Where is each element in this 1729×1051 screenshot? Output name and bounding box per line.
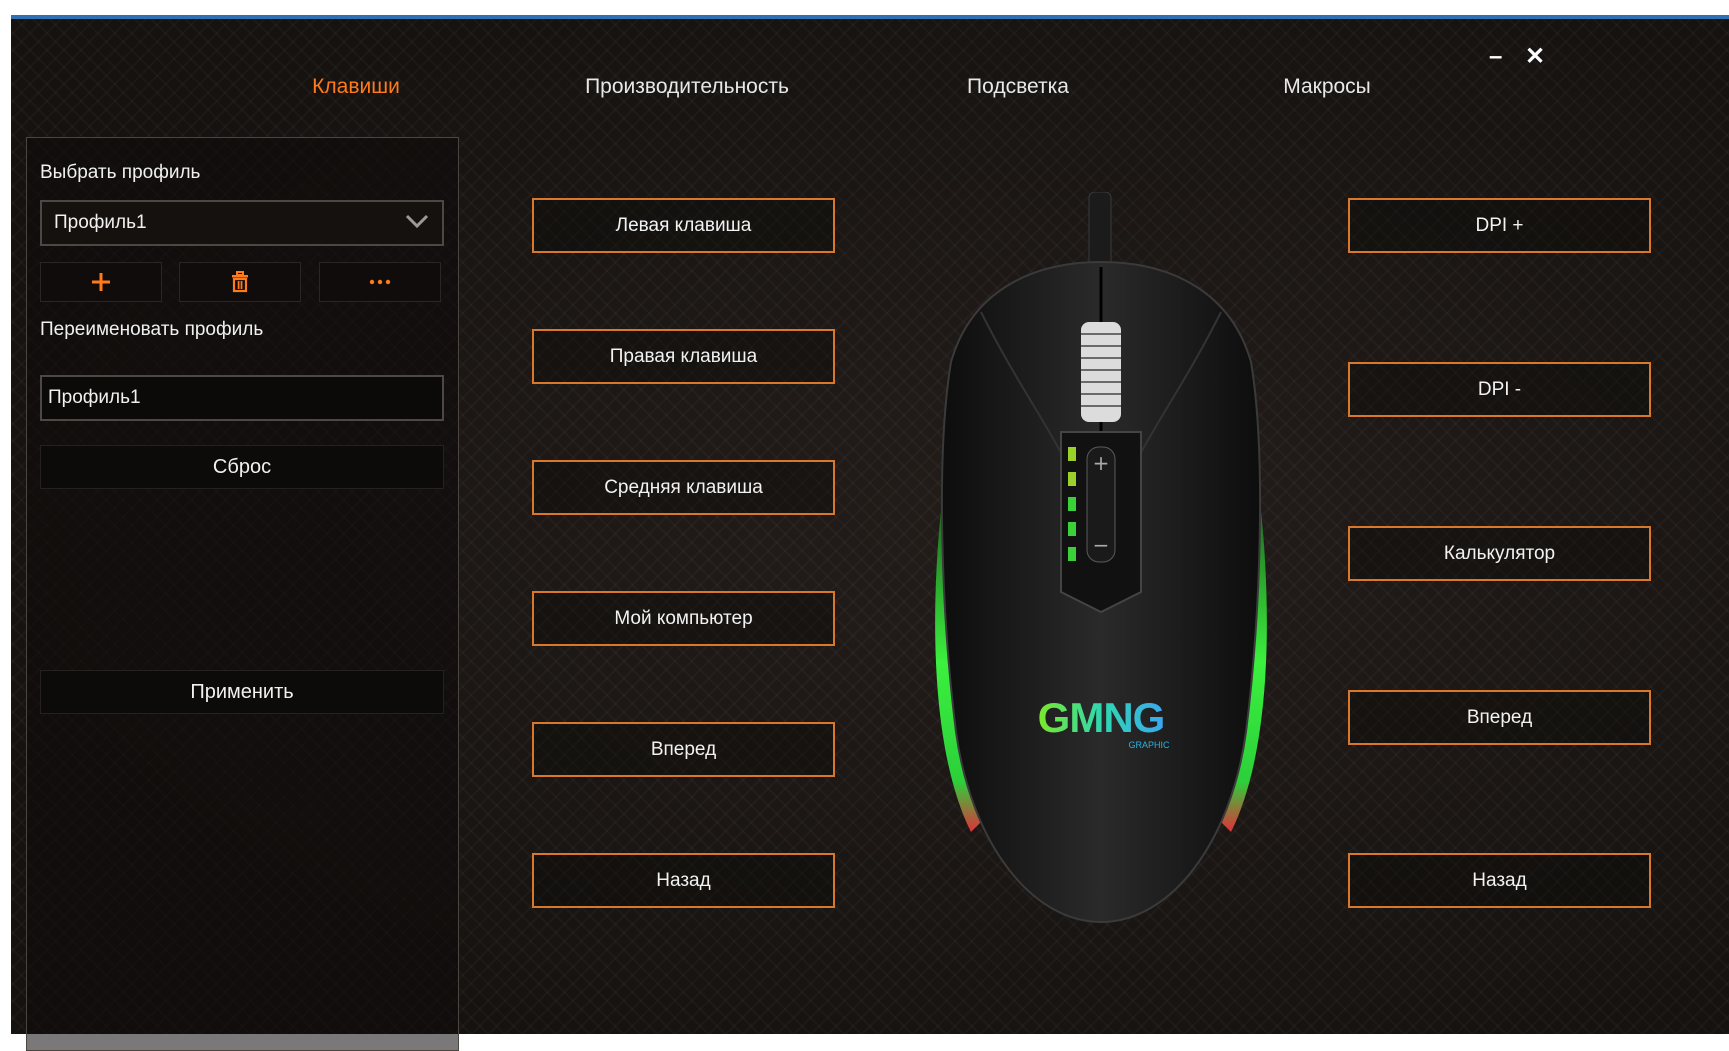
trash-icon <box>232 271 248 293</box>
forward-button-right[interactable]: Вперед <box>1348 690 1651 745</box>
back-button-right[interactable]: Назад <box>1348 853 1651 908</box>
delete-profile-button[interactable] <box>179 262 301 302</box>
minimize-icon[interactable]: – <box>1489 45 1502 69</box>
left-key-button[interactable]: Левая клавиша <box>532 198 835 253</box>
right-key-button[interactable]: Правая клавиша <box>532 329 835 384</box>
rename-profile-input[interactable]: Профиль1 <box>40 375 444 421</box>
svg-text:−: − <box>1093 533 1110 557</box>
middle-key-button[interactable]: Средняя клавиша <box>532 460 835 515</box>
svg-text:+: + <box>1093 451 1110 475</box>
add-profile-button[interactable] <box>40 262 162 302</box>
more-options-button[interactable] <box>319 262 441 302</box>
my-computer-button[interactable]: Мой компьютер <box>532 591 835 646</box>
rename-profile-label: Переименовать профиль <box>40 319 264 340</box>
profile-select-value: Профиль1 <box>54 212 147 233</box>
dpi-plus-button[interactable]: DPI + <box>1348 198 1651 253</box>
back-button-left[interactable]: Назад <box>532 853 835 908</box>
calculator-button[interactable]: Калькулятор <box>1348 526 1651 581</box>
apply-button[interactable]: Применить <box>40 670 444 714</box>
reset-button[interactable]: Сброс <box>40 445 444 489</box>
close-icon[interactable]: ✕ <box>1525 45 1545 69</box>
select-profile-label: Выбрать профиль <box>40 162 201 183</box>
forward-button-left[interactable]: Вперед <box>532 722 835 777</box>
app-window: – ✕ Клавиши Производительность Подсветка… <box>11 15 1729 1051</box>
window-top-border <box>11 17 1729 19</box>
mouse-image: + − GMNG GRAPHIC <box>935 192 1267 924</box>
profile-sidebar: Выбрать профиль Профиль1 Переименовать п… <box>26 137 459 1051</box>
chevron-down-icon <box>405 214 429 229</box>
tab-keys[interactable]: Клавиши <box>312 75 400 99</box>
mouse-logo-sub: GRAPHIC <box>1128 740 1170 750</box>
plus-icon <box>92 273 110 291</box>
more-icon <box>369 279 391 285</box>
profile-select[interactable]: Профиль1 <box>40 200 444 246</box>
tab-lighting[interactable]: Подсветка <box>967 75 1069 99</box>
tab-performance[interactable]: Производительность <box>585 75 789 99</box>
dpi-minus-button[interactable]: DPI - <box>1348 362 1651 417</box>
tab-macros[interactable]: Макросы <box>1283 75 1371 99</box>
mouse-logo: GMNG <box>1038 694 1165 741</box>
